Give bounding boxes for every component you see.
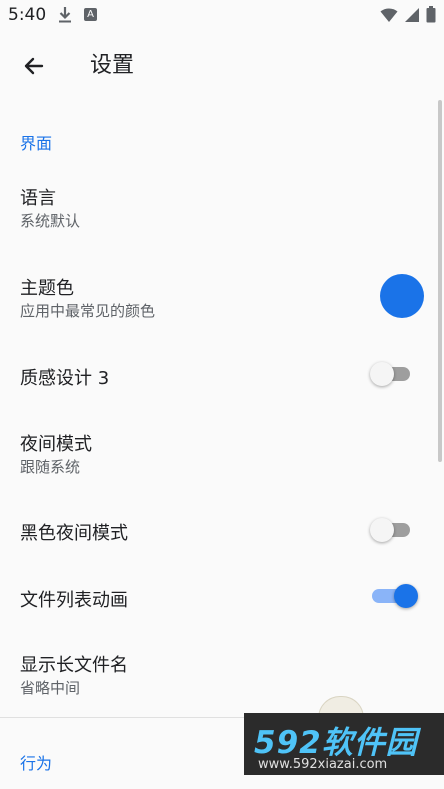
watermark-url: www.592xiazai.com — [258, 757, 388, 772]
page-title: 设置 — [90, 53, 135, 78]
setting-language-summary: 系统默认 — [20, 212, 81, 230]
a-badge-icon: A — [84, 8, 97, 21]
setting-list-animation[interactable]: 文件列表动画 — [0, 572, 444, 622]
section-header-interface: 界面 — [20, 134, 53, 153]
watermark-brand: 592软件园 — [254, 725, 418, 761]
setting-language[interactable]: 语言 系统默认 — [0, 170, 444, 240]
app-bar: 设置 — [0, 30, 444, 100]
theme-color-swatch[interactable] — [380, 274, 424, 318]
setting-black-night[interactable]: 黑色夜间模式 — [0, 505, 444, 555]
setting-list-animation-label: 文件列表动画 — [20, 590, 128, 611]
setting-night-mode-label: 夜间模式 — [20, 434, 92, 455]
setting-long-file-name-summary: 省略中间 — [20, 679, 81, 697]
black-night-switch[interactable] — [370, 518, 412, 542]
list-animation-switch[interactable] — [372, 584, 418, 608]
setting-night-mode-summary: 跟随系统 — [20, 458, 81, 476]
section-header-behavior: 行为 — [20, 754, 53, 773]
wifi-icon — [380, 7, 398, 27]
download-icon — [58, 6, 72, 28]
setting-material3[interactable]: 质感设计 3 — [0, 350, 444, 400]
status-time: 5:40 — [8, 5, 47, 25]
back-button[interactable] — [18, 50, 50, 82]
setting-theme-color[interactable]: 主题色 应用中最常见的颜色 — [0, 260, 444, 332]
arrow-back-icon — [24, 57, 44, 75]
setting-long-file-name-label: 显示长文件名 — [20, 655, 128, 676]
setting-long-file-name[interactable]: 显示长文件名 省略中间 — [0, 637, 444, 707]
setting-black-night-label: 黑色夜间模式 — [20, 523, 128, 544]
watermark: 592软件园 www.592xiazai.com — [244, 713, 444, 775]
setting-material3-label: 质感设计 3 — [20, 368, 110, 389]
status-bar: 5:40 A — [0, 0, 444, 30]
material3-switch[interactable] — [370, 362, 412, 386]
setting-theme-color-summary: 应用中最常见的颜色 — [20, 302, 156, 320]
signal-icon — [404, 7, 420, 27]
battery-icon — [426, 6, 436, 27]
setting-language-label: 语言 — [20, 188, 56, 209]
setting-night-mode[interactable]: 夜间模式 跟随系统 — [0, 416, 444, 486]
setting-theme-color-label: 主题色 — [20, 278, 74, 299]
